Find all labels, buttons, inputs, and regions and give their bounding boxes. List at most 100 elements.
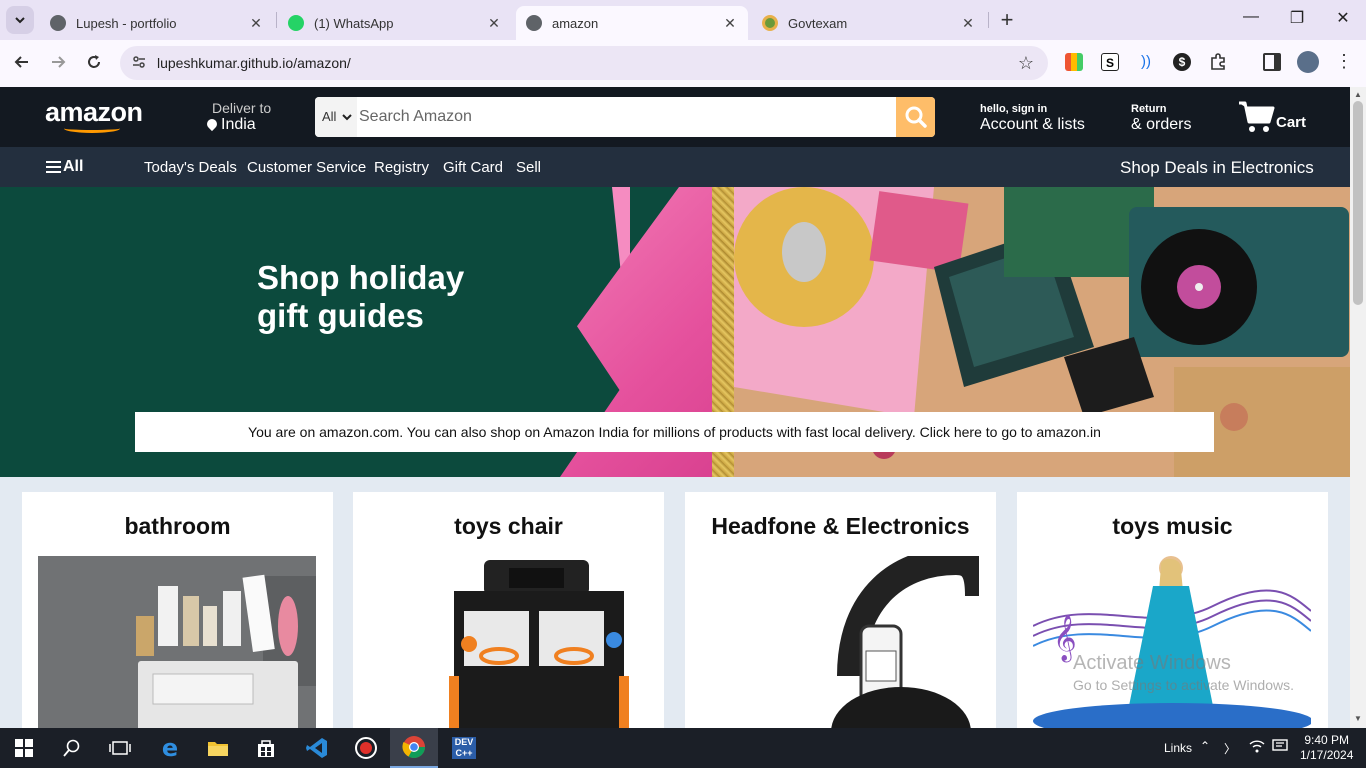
toys-music-image: 𝄞 <box>1033 556 1311 732</box>
globe-icon <box>50 15 66 31</box>
arrow-left-icon <box>14 56 28 68</box>
cart-icon[interactable] <box>1238 100 1276 134</box>
product-card-toys-music[interactable]: toys music 𝄞 <box>1017 492 1328 732</box>
edge-browser-icon[interactable]: e <box>146 728 194 768</box>
close-icon[interactable]: ✕ <box>960 15 976 32</box>
dev-cpp-icon[interactable]: DEV C++ <box>440 728 488 768</box>
extension-color-icon[interactable] <box>1065 53 1083 71</box>
windows-taskbar: e DEV C++ Links ⌃ 〉 9:40 PM 1/17/2024 <box>0 728 1366 768</box>
search-bar: All <box>315 97 935 137</box>
close-icon[interactable]: ✕ <box>486 15 502 32</box>
product-card-headfone-electronics[interactable]: Headfone & Electronics <box>685 492 996 732</box>
language-icon[interactable]: 〉 <box>1224 740 1236 757</box>
url-text: lupeshkumar.github.io/amazon/ <box>157 55 351 71</box>
account-greeting[interactable]: hello, sign in <box>980 103 1047 115</box>
chrome-icon[interactable] <box>390 728 438 768</box>
nav-registry[interactable]: Registry <box>374 159 429 176</box>
tab-whatsapp[interactable]: (1) WhatsApp ✕ <box>278 6 512 40</box>
site-info-icon[interactable] <box>132 55 146 72</box>
tab-search-button[interactable] <box>6 6 34 34</box>
scroll-down-icon[interactable]: ▼ <box>1354 714 1362 723</box>
bookmark-star-icon[interactable]: ☆ <box>1018 53 1034 74</box>
activate-windows-subtitle: Go to Settings to activate Windows. <box>1073 677 1294 693</box>
minimize-button[interactable]: — <box>1228 8 1274 26</box>
hero-title: Shop holiday gift guides <box>257 259 557 335</box>
hero-banner[interactable]: Shop holiday gift guides You are on amaz… <box>0 187 1350 477</box>
product-card-bathroom[interactable]: bathroom <box>22 492 333 732</box>
nav-todays-deals[interactable]: Today's Deals <box>144 159 237 176</box>
card-title: Headfone & Electronics <box>711 513 970 539</box>
new-tab-button[interactable]: + <box>995 8 1019 32</box>
clock-date: 1/17/2024 <box>1300 748 1354 762</box>
taskbar-search-button[interactable] <box>48 728 96 768</box>
more-menu-icon[interactable]: ⋮ <box>1335 52 1353 71</box>
chevron-down-icon <box>342 114 352 121</box>
tab-govtexam[interactable]: Govtexam ✕ <box>752 6 986 40</box>
chevron-up-icon[interactable]: ⌃ <box>1200 739 1210 753</box>
restore-button[interactable]: ❐ <box>1274 8 1320 28</box>
start-button[interactable] <box>0 728 48 768</box>
wifi-icon[interactable] <box>1249 739 1265 758</box>
nav-customer-service[interactable]: Customer Service <box>247 159 366 176</box>
nav-shop-deals-electronics[interactable]: Shop Deals in Electronics <box>1120 158 1314 178</box>
deliver-to-label[interactable]: Deliver to <box>212 100 271 116</box>
file-explorer-icon[interactable] <box>194 728 242 768</box>
reload-button[interactable] <box>82 52 106 76</box>
puzzle-icon[interactable] <box>1209 53 1227 71</box>
activate-windows-title: Activate Windows <box>1073 652 1231 674</box>
close-window-button[interactable]: ✕ <box>1320 8 1366 28</box>
microsoft-store-icon[interactable] <box>242 728 290 768</box>
browser-tab-strip: Lupesh - portfolio ✕ (1) WhatsApp ✕ amaz… <box>0 0 1366 40</box>
cart-label[interactable]: Cart <box>1276 114 1306 131</box>
all-menu-button[interactable]: All <box>46 158 83 176</box>
search-button[interactable] <box>896 97 935 137</box>
tab-amazon[interactable]: amazon ✕ <box>516 6 748 40</box>
address-bar[interactable]: lupeshkumar.github.io/amazon/ ☆ <box>120 46 1048 80</box>
search-category-label: All <box>322 109 337 124</box>
tab-title: amazon <box>552 15 599 31</box>
close-icon[interactable]: ✕ <box>722 15 738 32</box>
browser-toolbar: lupeshkumar.github.io/amazon/ ☆ S )) $ ⋮ <box>0 40 1366 87</box>
account-lists-link[interactable]: Account & lists <box>980 116 1085 134</box>
vscode-icon[interactable] <box>293 728 341 768</box>
links-toolbar[interactable]: Links <box>1164 741 1192 755</box>
hero-title-line: Shop holiday <box>257 259 465 296</box>
extension-dark-icon[interactable]: $ <box>1173 53 1191 71</box>
search-category-select[interactable]: All <box>315 97 357 137</box>
product-card-toys-chair[interactable]: toys chair <box>353 492 664 732</box>
card-title: bathroom <box>124 513 231 539</box>
nav-gift-card[interactable]: Gift Card <box>443 159 503 176</box>
reload-icon <box>88 55 100 68</box>
forward-button[interactable] <box>46 52 70 76</box>
task-view-button[interactable] <box>96 728 144 768</box>
scrollbar-thumb[interactable] <box>1353 101 1363 305</box>
search-icon <box>63 739 80 757</box>
bathroom-image <box>38 556 316 732</box>
hamburger-icon <box>46 160 61 173</box>
location-text: India <box>221 116 256 133</box>
amazon-india-notice[interactable]: You are on amazon.com. You can also shop… <box>135 412 1214 452</box>
orders-link[interactable]: & orders <box>1131 116 1191 134</box>
deliver-location[interactable]: India <box>204 116 256 134</box>
clock-time: 9:40 PM <box>1304 733 1350 747</box>
page-scrollbar[interactable]: ▲ ▼ <box>1350 87 1366 728</box>
system-clock[interactable]: 9:40 PM 1/17/2024 <box>1300 733 1353 763</box>
notifications-icon[interactable] <box>1272 739 1288 758</box>
search-input[interactable] <box>358 97 895 137</box>
extension-audio-icon[interactable]: )) <box>1137 53 1155 71</box>
nav-sell[interactable]: Sell <box>516 159 541 176</box>
amazon-header: amazon Deliver to India All hello, sign … <box>0 87 1350 147</box>
back-button[interactable] <box>10 52 34 76</box>
close-icon[interactable]: ✕ <box>248 15 264 32</box>
globe-icon <box>526 15 542 31</box>
returns-label[interactable]: Return <box>1131 103 1166 115</box>
tab-title: (1) WhatsApp <box>314 15 394 31</box>
tab-portfolio[interactable]: Lupesh - portfolio ✕ <box>40 6 274 40</box>
avatar[interactable] <box>1297 51 1319 73</box>
extension-s-icon[interactable]: S <box>1101 53 1119 71</box>
screen-recorder-icon[interactable] <box>342 728 390 768</box>
scroll-up-icon[interactable]: ▲ <box>1354 90 1362 99</box>
tab-title: Govtexam <box>788 15 848 31</box>
side-panel-icon[interactable] <box>1263 53 1281 71</box>
amazon-smile-icon <box>64 124 120 133</box>
